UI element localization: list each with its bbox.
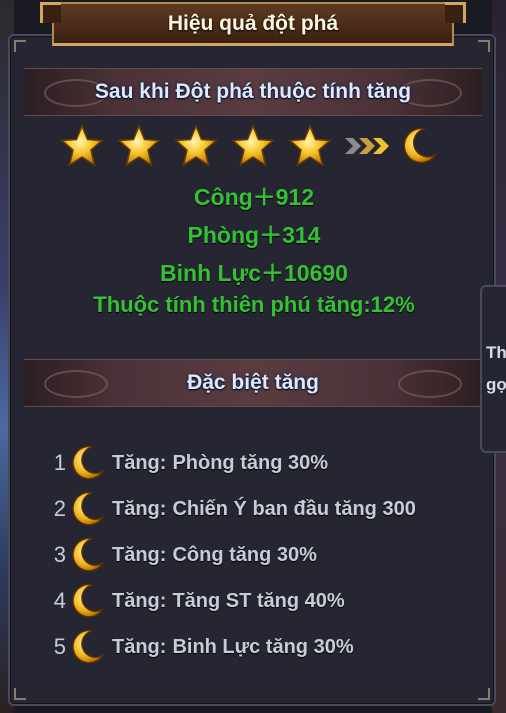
section-title: Sau khi Đột phá thuộc tính tăng [94, 80, 412, 103]
swirl-ornament-icon [44, 370, 108, 398]
item-text: Binh Lực tăng 30% [172, 635, 354, 658]
corner-ornament [478, 688, 490, 700]
star-icon [231, 124, 275, 167]
corner-ornament [14, 40, 26, 52]
star-icon [288, 124, 332, 167]
star-icon [60, 124, 104, 167]
moon-icon [403, 127, 437, 164]
corner-ornament [14, 688, 26, 700]
item-text: Tăng ST tăng 40% [172, 589, 345, 612]
breakthrough-section-header: Sau khi Đột phá thuộc tính tăng [24, 68, 482, 116]
item-number: 2 [53, 496, 66, 521]
moon-icon [72, 629, 104, 664]
list-item: 1 Tăng: Phòng tăng 30% [50, 440, 470, 486]
item-label: Tăng: [112, 543, 167, 566]
moon-icon [72, 491, 104, 526]
side-tab-label: gọn [486, 375, 506, 394]
arrow-right-icon [345, 138, 389, 154]
star-rating-row [60, 124, 450, 168]
list-item: 2 Tăng: Chiến Ý ban đầu tăng 300 [50, 486, 470, 532]
breakthrough-effect-panel: Sau khi Đột phá thuộc tính tăng Công＋912… [8, 34, 496, 706]
stat-defense: Phòng＋314 [187, 222, 321, 248]
item-text: Phòng tăng 30% [172, 451, 329, 474]
list-item: 5 Tăng: Binh Lực tăng 30% [50, 624, 470, 670]
stat-troops: Binh Lực＋10690 [160, 260, 348, 286]
collapse-side-tab[interactable]: Thu gọn [480, 285, 506, 453]
swirl-ornament-icon [398, 370, 462, 398]
item-label: Tăng: [112, 451, 167, 474]
stat-attack: Công＋912 [193, 184, 315, 210]
item-label: Tăng: [112, 589, 167, 612]
item-label: Tăng: [112, 635, 167, 658]
list-item: 4 Tăng: Tăng ST tăng 40% [50, 578, 470, 624]
list-item: 3 Tăng: Công tăng 30% [50, 532, 470, 578]
special-section-header: Đặc biệt tăng [24, 359, 482, 407]
item-number: 3 [53, 542, 66, 567]
section-title: Đặc biệt tăng [187, 371, 319, 394]
moon-icon [72, 445, 104, 480]
special-bonus-list: 1 Tăng: Phòng tăng 30% 2 Tăng: Chiến Ý b… [50, 440, 470, 670]
item-number: 4 [53, 588, 66, 613]
item-label: Tăng: [112, 497, 167, 520]
item-text: Công tăng 30% [172, 543, 317, 566]
side-tab-label: Thu [486, 343, 506, 362]
page-title: Hiệu quả đột phá [167, 11, 339, 35]
star-icon [174, 124, 218, 167]
item-number: 1 [53, 450, 66, 475]
stat-talent: Thuộc tính thiên phú tăng:12% [93, 292, 415, 317]
moon-icon [72, 583, 104, 618]
title-bar: Hiệu quả đột phá [40, 2, 466, 46]
item-number: 5 [53, 634, 66, 659]
moon-icon [72, 537, 104, 572]
corner-ornament [478, 40, 490, 52]
star-icon [117, 124, 161, 167]
item-text: Chiến Ý ban đầu tăng 300 [172, 497, 416, 520]
